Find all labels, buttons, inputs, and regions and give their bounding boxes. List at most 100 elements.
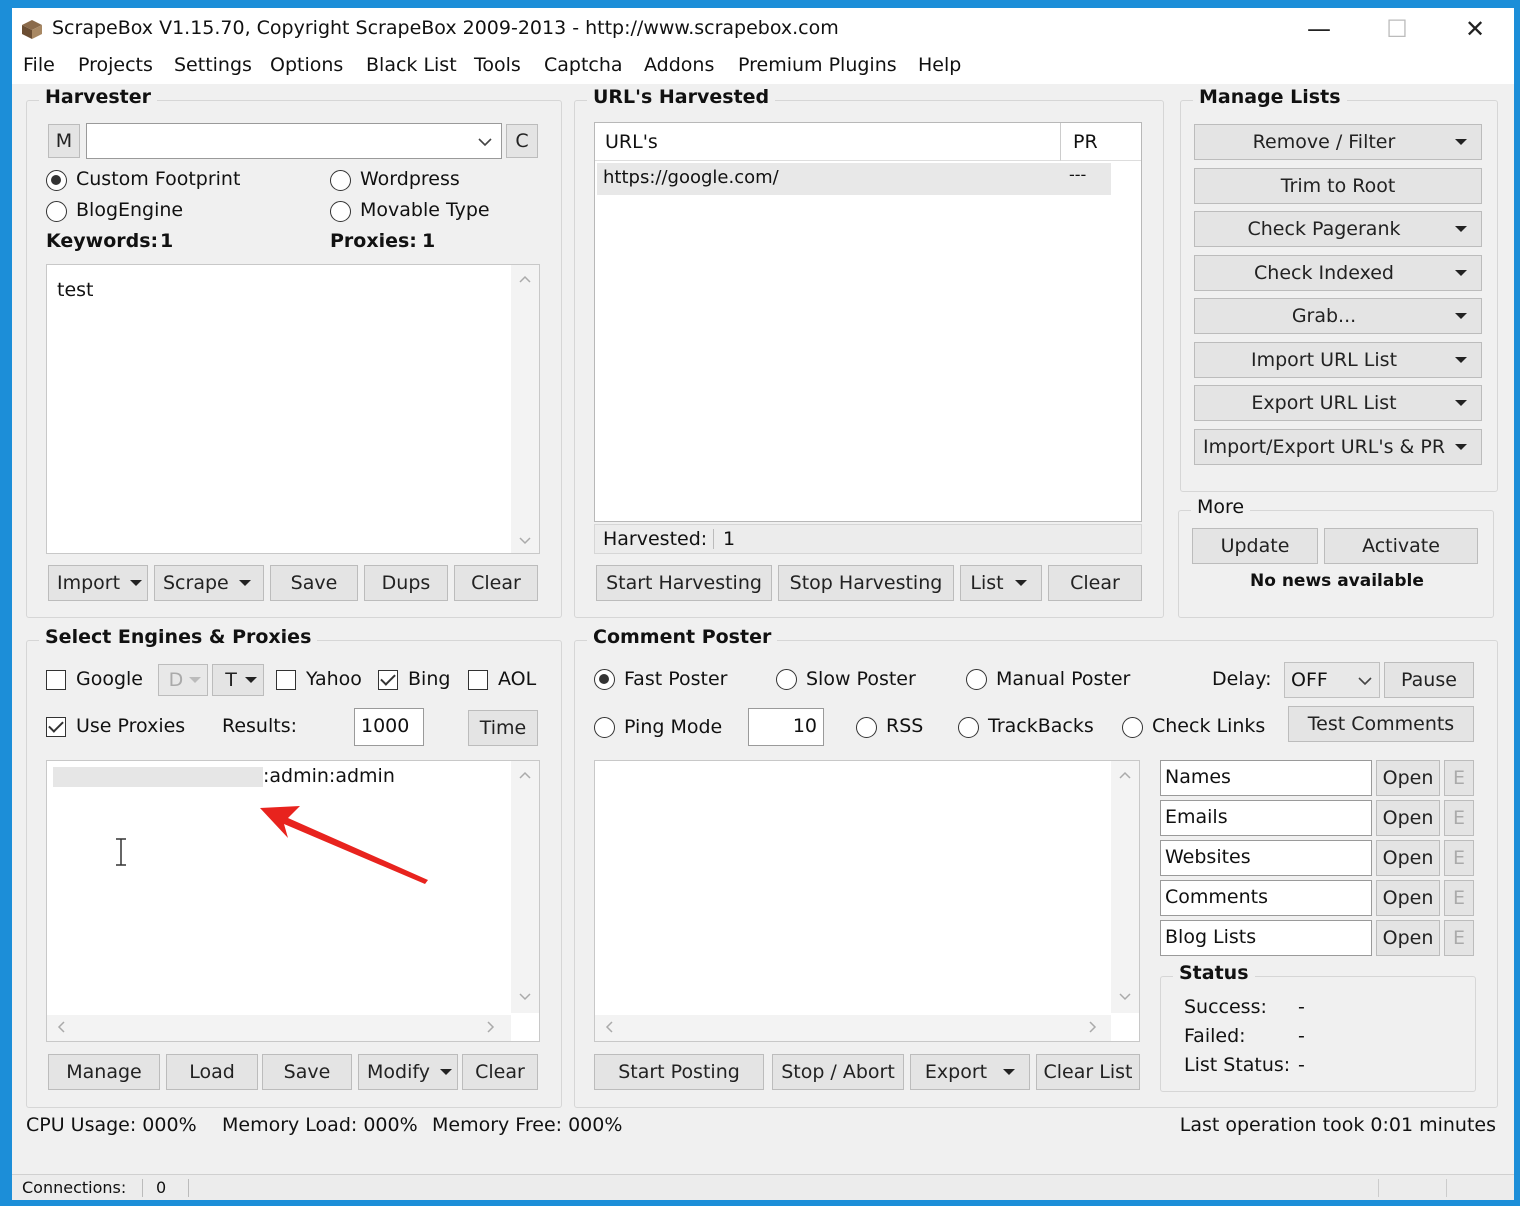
c-button[interactable]: C — [506, 124, 538, 158]
test-comments-button[interactable]: Test Comments — [1288, 706, 1474, 742]
websites-field[interactable]: Websites — [1160, 840, 1372, 876]
close-button[interactable]: ✕ — [1438, 8, 1512, 50]
menu-addons[interactable]: Addons — [644, 54, 714, 76]
movable-type-radio[interactable] — [330, 201, 351, 222]
poster-vscrollbar[interactable] — [1111, 761, 1139, 1013]
edit-websites-button[interactable]: E — [1444, 840, 1474, 876]
menu-options[interactable]: Options — [270, 54, 343, 76]
slow-poster-radio[interactable] — [776, 669, 797, 690]
menu-file[interactable]: File — [23, 54, 55, 76]
clear-list-button[interactable]: Clear List — [1036, 1054, 1140, 1090]
comments-field[interactable]: Comments — [1160, 880, 1372, 916]
menu-premium-plugins[interactable]: Premium Plugins — [738, 54, 897, 76]
save-keywords-button[interactable]: Save — [270, 565, 358, 601]
m-button[interactable]: M — [48, 124, 80, 158]
results-input[interactable]: 1000 — [354, 708, 424, 746]
start-harvesting-button[interactable]: Start Harvesting — [596, 565, 772, 601]
scroll-right-icon[interactable] — [487, 1021, 495, 1033]
footprint-combo[interactable] — [86, 123, 502, 159]
activate-button[interactable]: Activate — [1324, 528, 1478, 564]
emails-field[interactable]: Emails — [1160, 800, 1372, 836]
manage-proxies-button[interactable]: Manage — [48, 1054, 160, 1090]
scroll-down-icon[interactable] — [1119, 993, 1131, 1001]
poster-log-textarea[interactable] — [594, 760, 1140, 1042]
google-t-dropdown[interactable]: T — [212, 664, 264, 696]
maximize-button[interactable]: ☐ — [1360, 8, 1434, 50]
aol-checkbox[interactable] — [468, 670, 488, 690]
manual-poster-radio[interactable] — [966, 669, 987, 690]
scroll-up-icon[interactable] — [519, 771, 531, 779]
start-posting-button[interactable]: Start Posting — [594, 1054, 764, 1090]
import-button[interactable]: Import — [48, 565, 148, 601]
google-d-dropdown[interactable]: D — [158, 664, 208, 696]
open-comments-button[interactable]: Open — [1376, 880, 1440, 916]
col-header-urls[interactable]: URL's — [595, 123, 1061, 161]
clear-keywords-button[interactable]: Clear — [454, 565, 538, 601]
stop-abort-button[interactable]: Stop / Abort — [772, 1054, 904, 1090]
menu-settings[interactable]: Settings — [174, 54, 252, 76]
trim-to-root-button[interactable]: Trim to Root — [1194, 168, 1482, 204]
ping-mode-radio[interactable] — [594, 717, 615, 738]
poster-hscrollbar[interactable] — [595, 1015, 1111, 1041]
edit-emails-button[interactable]: E — [1444, 800, 1474, 836]
scroll-down-icon[interactable] — [519, 993, 531, 1001]
edit-names-button[interactable]: E — [1444, 760, 1474, 796]
trackbacks-radio[interactable] — [958, 717, 979, 738]
menu-black-list[interactable]: Black List — [366, 54, 457, 76]
scroll-left-icon[interactable] — [605, 1021, 613, 1033]
scroll-right-icon[interactable] — [1089, 1021, 1097, 1033]
wordpress-radio[interactable] — [330, 170, 351, 191]
fast-poster-radio[interactable] — [594, 669, 615, 690]
col-header-pr[interactable]: PR — [1061, 123, 1141, 161]
import-url-list-button[interactable]: Import URL List — [1194, 342, 1482, 378]
yahoo-checkbox[interactable] — [276, 670, 296, 690]
menu-tools[interactable]: Tools — [474, 54, 521, 76]
pause-button[interactable]: Pause — [1384, 662, 1474, 698]
delay-select[interactable]: OFF — [1284, 662, 1380, 698]
check-indexed-button[interactable]: Check Indexed — [1194, 255, 1482, 291]
names-field[interactable]: Names — [1160, 760, 1372, 796]
custom-footprint-radio[interactable] — [46, 170, 67, 191]
save-proxies-button[interactable]: Save — [262, 1054, 352, 1090]
open-blog-lists-button[interactable]: Open — [1376, 920, 1440, 956]
rss-radio[interactable] — [856, 717, 877, 738]
menu-help[interactable]: Help — [918, 54, 961, 76]
bing-checkbox[interactable] — [378, 670, 398, 690]
modify-proxies-button[interactable]: Modify — [358, 1054, 458, 1090]
scroll-left-icon[interactable] — [57, 1021, 65, 1033]
proxies-vscrollbar[interactable] — [511, 761, 539, 1013]
remove-filter-button[interactable]: Remove / Filter — [1194, 124, 1482, 160]
load-proxies-button[interactable]: Load — [166, 1054, 258, 1090]
blogengine-radio[interactable] — [46, 201, 67, 222]
keywords-textarea[interactable]: test — [46, 264, 540, 554]
menu-projects[interactable]: Projects — [78, 54, 153, 76]
scrape-button[interactable]: Scrape — [154, 565, 264, 601]
export-url-list-button[interactable]: Export URL List — [1194, 385, 1482, 421]
minimize-button[interactable]: — — [1282, 8, 1356, 50]
scroll-up-icon[interactable] — [519, 275, 531, 283]
grab-button[interactable]: Grab... — [1194, 298, 1482, 334]
edit-blog-lists-button[interactable]: E — [1444, 920, 1474, 956]
menu-captcha[interactable]: Captcha — [544, 54, 623, 76]
scroll-down-icon[interactable] — [519, 537, 531, 545]
check-pagerank-button[interactable]: Check Pagerank — [1194, 211, 1482, 247]
open-websites-button[interactable]: Open — [1376, 840, 1440, 876]
export-button[interactable]: Export — [910, 1054, 1030, 1090]
ping-count-input[interactable]: 10 — [748, 708, 824, 746]
clear-urls-button[interactable]: Clear — [1048, 565, 1142, 601]
google-checkbox[interactable] — [46, 670, 66, 690]
dups-button[interactable]: Dups — [364, 565, 448, 601]
stop-harvesting-button[interactable]: Stop Harvesting — [778, 565, 954, 601]
clear-proxies-button[interactable]: Clear — [462, 1054, 538, 1090]
keywords-scrollbar[interactable] — [511, 265, 539, 553]
blog-lists-field[interactable]: Blog Lists — [1160, 920, 1372, 956]
proxies-hscrollbar[interactable] — [47, 1015, 511, 1041]
import-export-urls-pr-button[interactable]: Import/Export URL's & PR — [1194, 429, 1482, 465]
check-links-radio[interactable] — [1122, 717, 1143, 738]
scroll-up-icon[interactable] — [1119, 771, 1131, 779]
list-button[interactable]: List — [960, 565, 1042, 601]
use-proxies-checkbox[interactable] — [46, 717, 66, 737]
edit-comments-button[interactable]: E — [1444, 880, 1474, 916]
urls-listview[interactable]: URL's PR https://google.com/ --- — [594, 122, 1142, 522]
time-button[interactable]: Time — [468, 710, 538, 746]
